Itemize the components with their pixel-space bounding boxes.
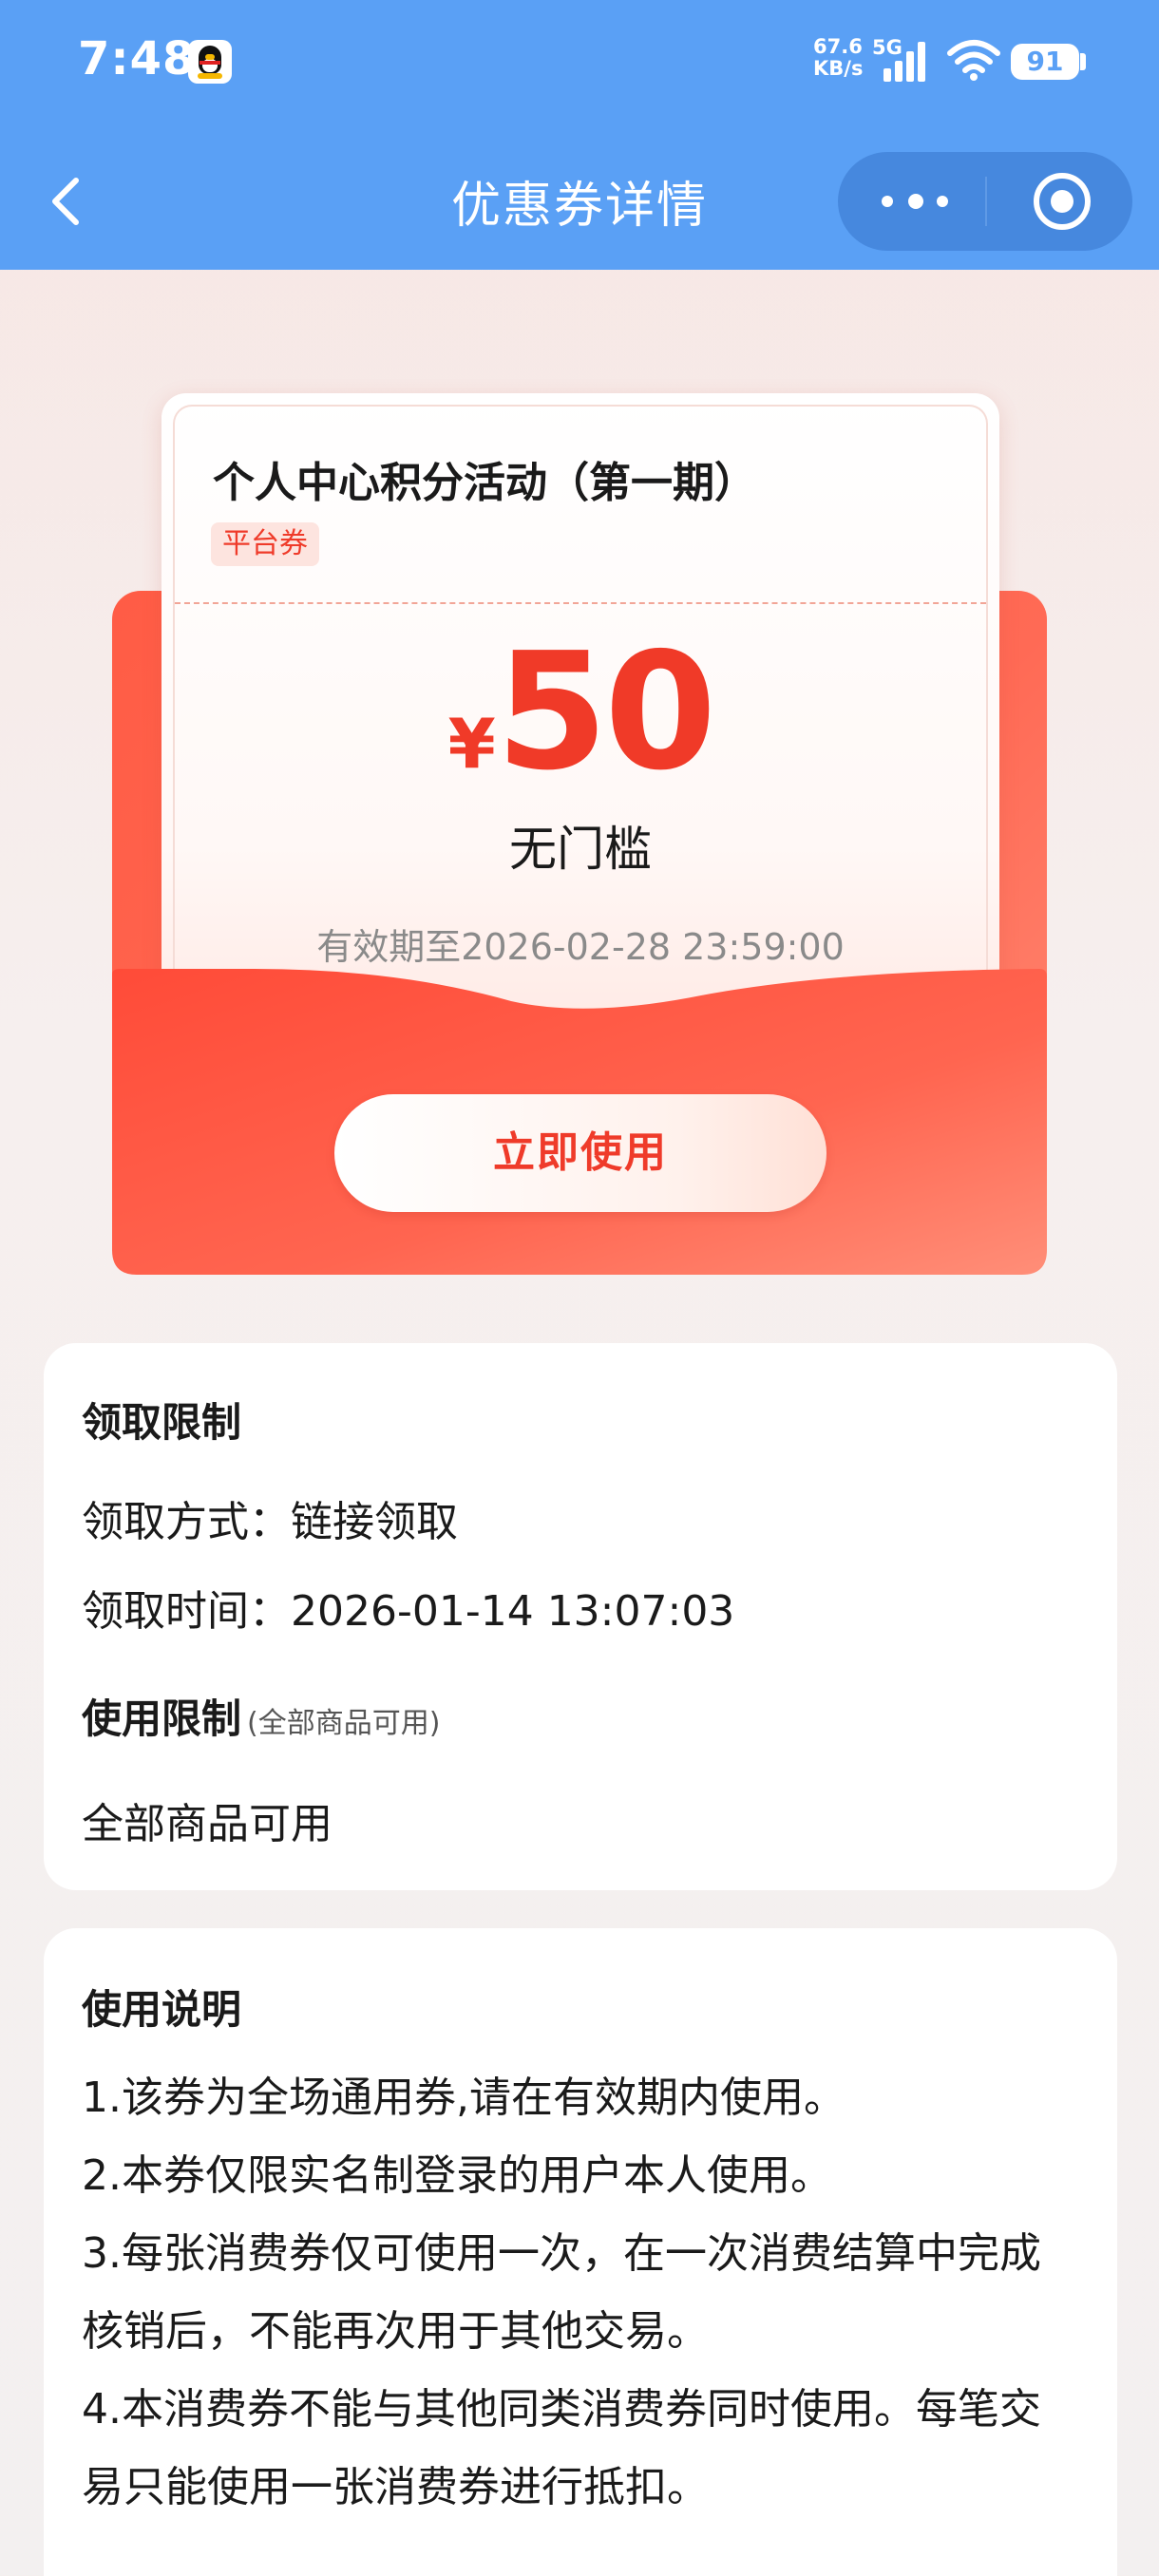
coupon-card: 个人中心积分活动（第一期） 平台券 ¥50 无门槛 有效期至2026-02-28…	[162, 393, 999, 1039]
battery-icon: 91	[1011, 44, 1079, 80]
battery-tip	[1080, 53, 1086, 70]
claim-limit-title: 领取限制	[82, 1399, 242, 1446]
note-item: 4.本消费券不能与其他同类消费券同时使用。每笔交易只能使用一张消费券进行抵扣。	[82, 2385, 1041, 2511]
coupon-divider	[175, 602, 986, 604]
more-icon[interactable]	[882, 188, 948, 215]
usage-notes-card: 使用说明 1.该券为全场通用券,请在有效期内使用。 2.本券仅限实名制登录的用户…	[44, 1928, 1117, 2576]
note-item: 3.每张消费券仅可使用一次，在一次消费结算中完成核销后，不能再次用于其他交易。	[82, 2229, 1041, 2356]
use-now-button[interactable]: 立即使用	[334, 1094, 826, 1212]
capsule-divider	[985, 177, 987, 226]
qq-icon	[188, 40, 232, 84]
usage-limit-note: (全部商品可用)	[247, 1707, 441, 1740]
currency-symbol: ¥	[447, 704, 496, 784]
limits-card: 领取限制 领取方式：链接领取 领取时间：2026-01-14 13:07:03 …	[44, 1343, 1117, 1890]
signal-icon	[884, 42, 925, 82]
coupon-validity: 有效期至2026-02-28 23:59:00	[316, 926, 845, 968]
claim-method: 领取方式：链接领取	[82, 1498, 458, 1546]
top-bar: 7:48 67.6 KB/s 5G 91 优惠券详情	[0, 0, 1159, 270]
coupon-title: 个人中心积分活动（第一期）	[213, 459, 756, 507]
network-speed: 67.6 KB/s	[813, 36, 863, 80]
coupon-threshold: 无门槛	[509, 822, 652, 877]
network-speed-unit: KB/s	[813, 57, 864, 80]
coupon-amount: 50	[495, 618, 717, 806]
target-icon[interactable]	[1034, 173, 1091, 230]
status-time: 7:48	[78, 32, 196, 85]
network-speed-value: 67.6	[813, 35, 863, 58]
usage-limit-heading: 使用限制 (全部商品可用)	[82, 1687, 440, 1745]
wifi-icon	[947, 40, 1000, 81]
usage-notes-title: 使用说明	[82, 1986, 242, 2033]
coupon-price: ¥50	[162, 617, 999, 807]
usage-limit-title: 使用限制	[82, 1695, 242, 1742]
usage-limit-value: 全部商品可用	[82, 1800, 332, 1848]
coupon-tag: 平台券	[211, 522, 319, 566]
claim-time: 领取时间：2026-01-14 13:07:03	[82, 1587, 735, 1636]
mini-program-capsule	[838, 152, 1132, 251]
note-item: 2.本券仅限实名制登录的用户本人使用。	[82, 2151, 832, 2200]
note-item: 1.该券为全场通用券,请在有效期内使用。	[82, 2074, 846, 2122]
